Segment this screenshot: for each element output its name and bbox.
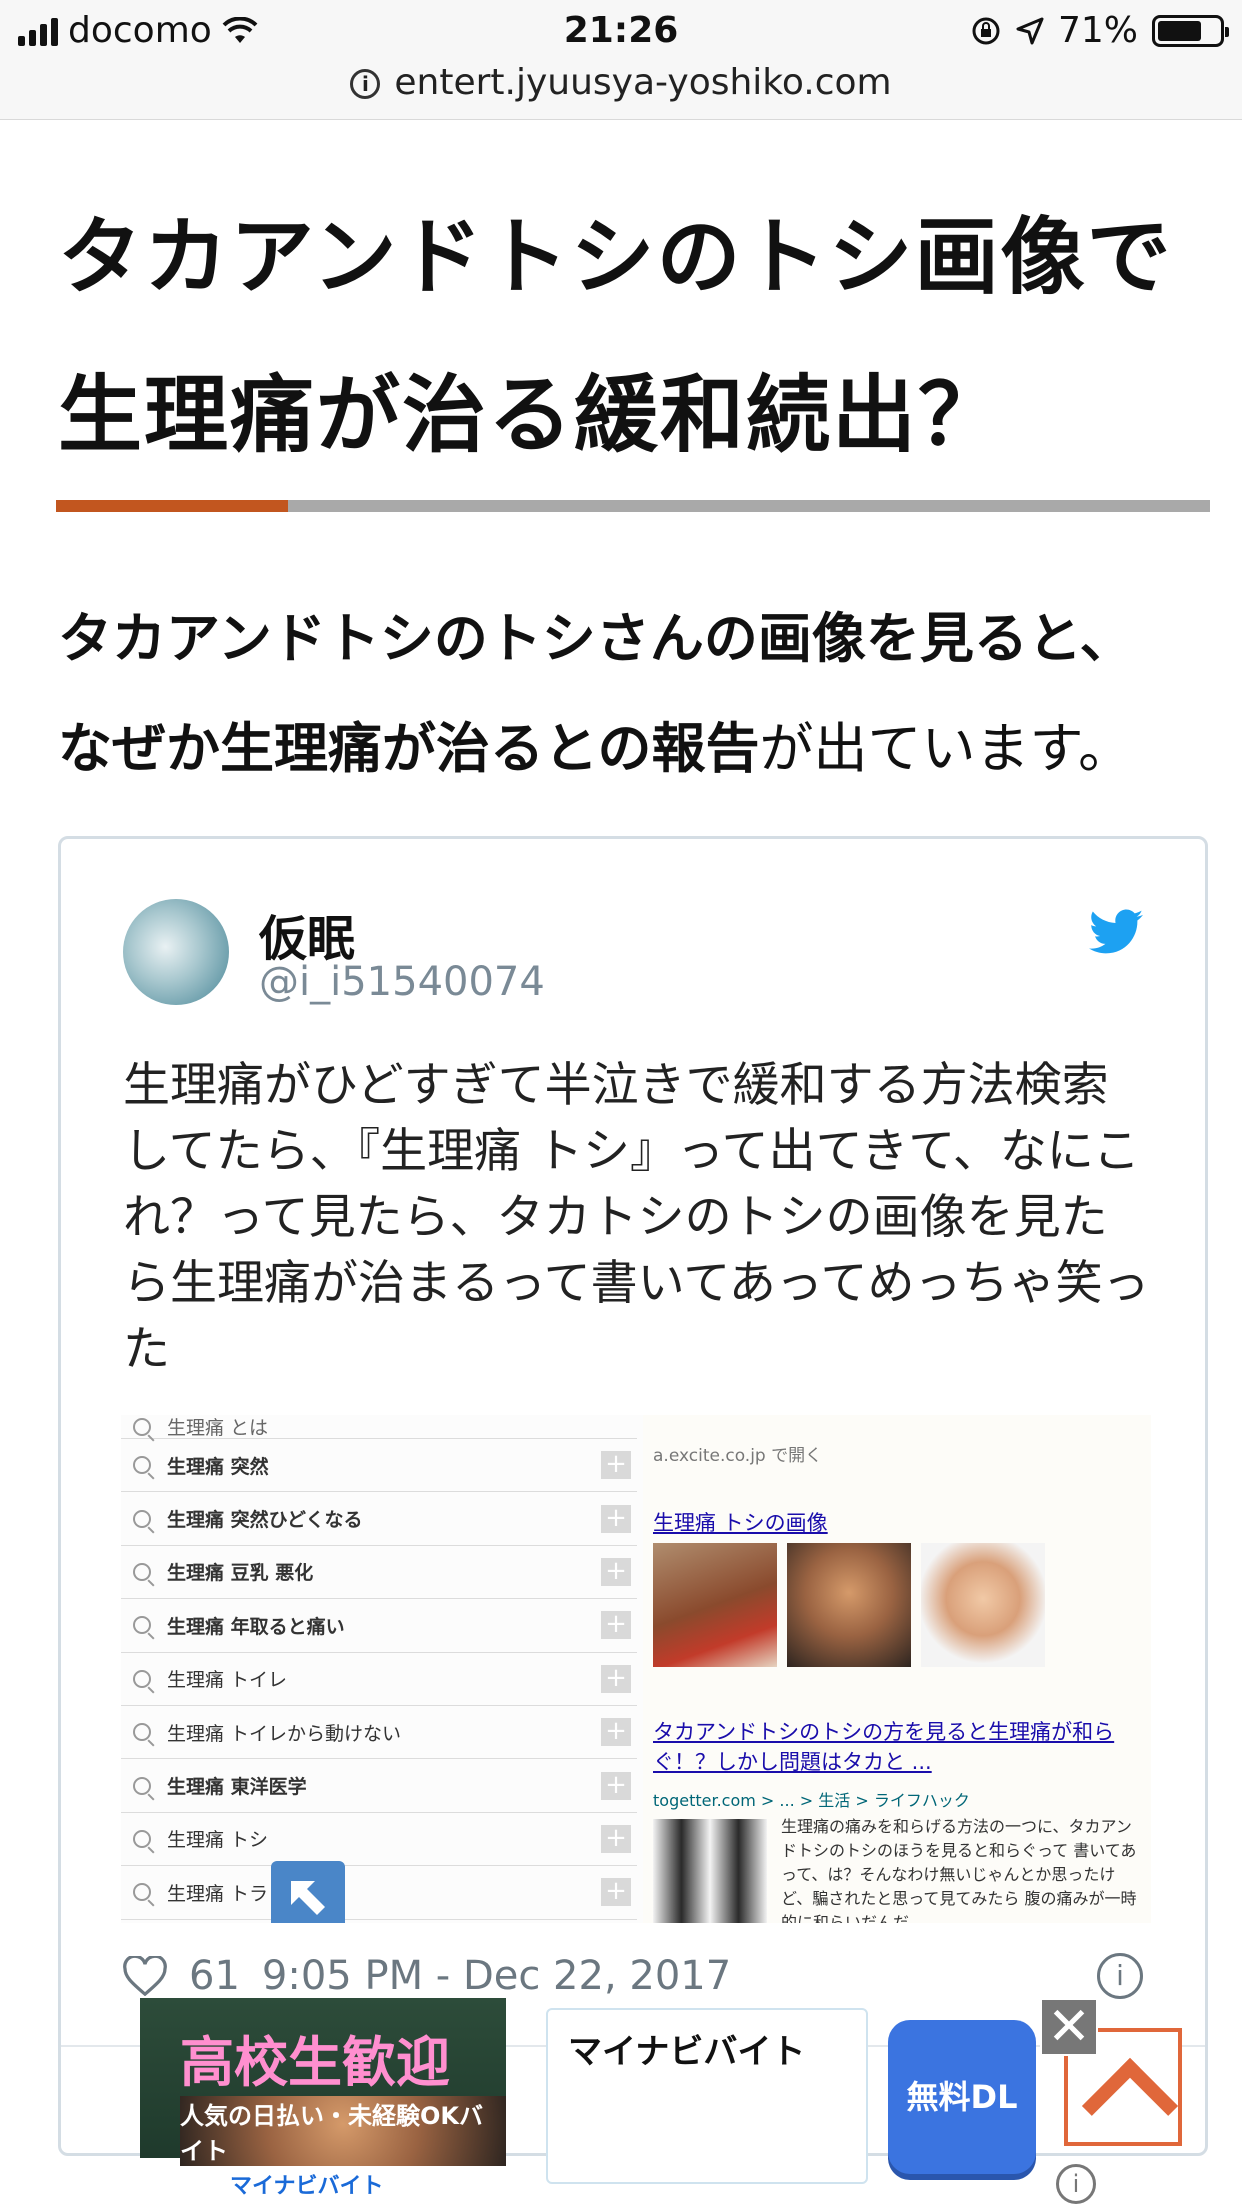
plus-icon: + — [601, 1664, 631, 1693]
search-icon — [133, 1616, 151, 1635]
plus-icon: + — [601, 1878, 631, 1907]
plus-icon: + — [601, 1451, 631, 1480]
search-icon — [133, 1883, 151, 1902]
ad-info-icon[interactable]: i — [1056, 2164, 1096, 2204]
ad-app-name: マイナビバイト — [568, 2032, 806, 2072]
tweet-author-handle[interactable]: @i_i51540074 — [259, 959, 545, 1005]
plus-icon: + — [601, 1611, 631, 1640]
suggestion-row: 生理痛 突然ひどくなる + — [121, 1492, 637, 1546]
open-in-label: a.excite.co.jp で開く — [653, 1446, 823, 1466]
image-results-heading: 生理痛 トシの画像 — [653, 1511, 828, 1535]
suggestion-row: 生理痛 トラ + — [121, 1866, 637, 1920]
suggestion-row: 生理痛 年取ると痛い + — [121, 1599, 637, 1653]
search-icon — [133, 1417, 151, 1436]
article-title: タカアンドトシのトシ画像で 生理痛が治る緩和続出？ — [58, 178, 1198, 494]
ad-app-card[interactable]: マイナビバイト — [546, 2008, 868, 2184]
tweet-text: 生理痛がひどすぎて半泣きで緩和する方法検索してたら、『生理痛 トシ』って出てきて… — [123, 1058, 1150, 1377]
title-divider — [56, 500, 1210, 512]
embedded-tweet[interactable]: 仮眠 @i_i51540074 生理痛がひどすぎて半泣きで緩和する方法検索してた… — [58, 836, 1208, 2156]
title-line-1: タカアンドトシのトシ画像で — [58, 208, 1173, 306]
lead-line-2-rest: が出ています。 — [759, 717, 1133, 780]
search-icon — [133, 1456, 151, 1475]
battery-icon — [1152, 14, 1229, 47]
ad-banner-subtitle: 人気の日払い・未経験OKバイト — [180, 2096, 506, 2166]
info-icon[interactable]: i — [1097, 1953, 1143, 1999]
ad-image[interactable]: 高校生歓迎 人気の日払い・未経験OKバイト — [140, 1998, 506, 2166]
result-source: togetter.com > ... > 生活 > ライフハック — [653, 1791, 970, 1810]
result-thumbnail — [653, 1819, 767, 1923]
rotation-lock-icon — [972, 17, 1000, 44]
ad-banner-overlay[interactable]: 高校生歓迎 人気の日払い・未経験OKバイト マイナビバイト マイナビバイト 無料… — [140, 1998, 1242, 2208]
lead-paragraph: タカアンドトシのトシさんの画像を見ると、 なぜか生理痛が治るとの報告が出ています… — [58, 584, 1208, 804]
like-count[interactable]: 61 — [189, 1953, 240, 1999]
search-icon — [133, 1776, 151, 1795]
close-icon[interactable]: ✕ — [1040, 1998, 1098, 2056]
lead-line-1: タカアンドトシのトシさんの画像を見ると、 — [58, 607, 1134, 670]
photo-thumbnail — [653, 1543, 777, 1667]
twitter-bird-icon[interactable] — [1089, 909, 1143, 955]
url-bar[interactable]: i entert.jyuusya-yoshiko.com — [0, 62, 1242, 120]
search-results: a.excite.co.jp で開く 生理痛 トシの画像 タカアンドトシのトシの… — [643, 1415, 1151, 1923]
title-divider-accent — [56, 500, 288, 512]
site-info-icon[interactable]: i — [350, 69, 381, 99]
lead-line-2-bold: なぜか生理痛が治るとの報告 — [58, 717, 760, 780]
suggestion-row: 生理痛 豆乳 悪化 + — [121, 1546, 637, 1600]
tweet-media-image[interactable]: 生理痛 とは 生理痛 突然 + 生理痛 突然ひどくなる + 生理痛 豆乳 悪化 + 生… — [121, 1415, 1151, 1923]
search-suggestions: 生理痛 とは 生理痛 突然 + 生理痛 突然ひどくなる + 生理痛 豆乳 悪化 + 生… — [121, 1415, 637, 1923]
search-icon — [133, 1829, 151, 1848]
plus-icon: + — [601, 1718, 631, 1747]
battery-percent: 71% — [1057, 10, 1138, 51]
url-domain: entert.jyuusya-yoshiko.com — [394, 62, 892, 103]
location-arrow-icon — [1016, 17, 1044, 44]
suggestion-row: 生理痛 トイレ + — [121, 1653, 637, 1706]
status-right: 71% — [970, 10, 1229, 51]
ad-brand-logo: マイナビバイト — [230, 2174, 384, 2199]
search-icon — [133, 1669, 151, 1688]
title-line-2: 生理痛が治る緩和続出？ — [58, 366, 1005, 464]
suggestion-row: 生理痛 とは — [121, 1415, 637, 1439]
result-snippet: 生理痛の痛みを和らげる方法の一つに、タカアンドトシのトシのほうを見ると和らぐって… — [781, 1817, 1137, 1923]
tweet-meta: 61 9:05 PM - Dec 22, 2017 — [123, 1953, 731, 1999]
download-button[interactable]: 無料DL — [888, 2020, 1036, 2174]
plus-icon: + — [601, 1771, 631, 1800]
photo-thumbnail — [921, 1543, 1045, 1667]
image-thumbnails — [653, 1543, 1045, 1667]
avatar[interactable] — [123, 899, 229, 1005]
heart-icon[interactable] — [123, 1956, 167, 1996]
photo-thumbnail — [787, 1543, 911, 1667]
status-bar: docomo 21:26 71% — [0, 0, 1242, 62]
plus-icon: + — [601, 1557, 631, 1586]
result-link: タカアンドトシのトシの方を見ると生理痛が和らぐ！？しかし問題はタカと ... — [653, 1720, 1115, 1774]
suggestion-row: 生理痛 トシ + — [121, 1813, 637, 1867]
cursor-arrow-icon — [271, 1861, 345, 1923]
tweet-timestamp[interactable]: 9:05 PM - Dec 22, 2017 — [262, 1953, 731, 1999]
plus-icon: + — [601, 1504, 631, 1533]
search-icon — [133, 1723, 151, 1742]
search-icon — [133, 1509, 151, 1528]
suggestion-row: 生理痛 突然 + — [121, 1439, 637, 1493]
suggestion-row: 生理痛 東洋医学 + — [121, 1759, 637, 1813]
search-icon — [133, 1562, 151, 1581]
suggestion-row: 生理痛 トイレから動けない + — [121, 1706, 637, 1760]
ad-banner-title: 高校生歓迎 — [180, 2031, 450, 2094]
plus-icon: + — [601, 1824, 631, 1853]
